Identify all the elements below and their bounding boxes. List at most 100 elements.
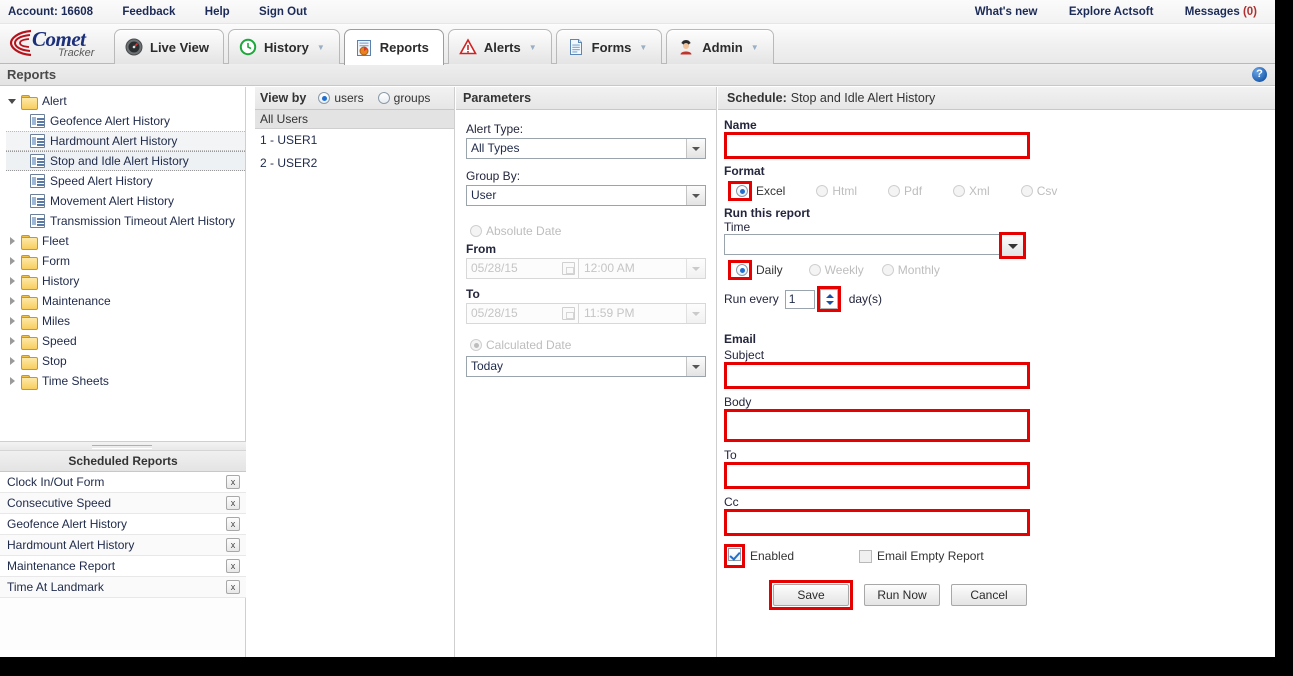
- radio-html-icon[interactable]: [816, 185, 829, 197]
- tree-node-fleet[interactable]: Fleet: [6, 231, 245, 251]
- body-textarea[interactable]: [727, 412, 1027, 439]
- tree-node-alert[interactable]: Alert: [6, 91, 245, 111]
- expand-arrow-right-icon[interactable]: [8, 356, 18, 366]
- tree-node-form[interactable]: Form: [6, 251, 245, 271]
- radio-calculated-date-icon[interactable]: [470, 339, 482, 351]
- calculated-date-option[interactable]: Calculated Date: [466, 338, 571, 352]
- expand-arrow-right-icon[interactable]: [8, 236, 18, 246]
- to-date-input[interactable]: 05/28/15: [466, 303, 579, 324]
- tab-forms[interactable]: Forms ▼: [555, 29, 663, 64]
- view-by-groups-option[interactable]: groups: [374, 91, 430, 105]
- from-date-input[interactable]: 05/28/15: [466, 258, 579, 279]
- expand-arrow-right-icon[interactable]: [8, 336, 18, 346]
- chevron-down-icon[interactable]: [686, 186, 705, 205]
- tree-node-transmission-timeout-alert-history[interactable]: Transmission Timeout Alert History: [6, 211, 245, 231]
- expand-collapse-arrow-down-icon[interactable]: [8, 96, 18, 106]
- frequency-option-weekly[interactable]: Weekly: [805, 263, 864, 277]
- absolute-date-option[interactable]: Absolute Date: [466, 224, 561, 238]
- run-now-button[interactable]: Run Now: [864, 584, 940, 606]
- list-item[interactable]: Geofence Alert History x: [0, 514, 246, 535]
- help-link[interactable]: Help: [205, 6, 230, 18]
- format-option-html[interactable]: Html: [812, 184, 857, 198]
- tree-node-speed[interactable]: Speed: [6, 331, 245, 351]
- chevron-down-icon[interactable]: [1002, 235, 1023, 256]
- chevron-down-icon[interactable]: ▼: [639, 43, 647, 52]
- tree-node-movement-alert-history[interactable]: Movement Alert History: [6, 191, 245, 211]
- from-time-select[interactable]: 12:00 AM: [579, 258, 706, 279]
- radio-daily-icon[interactable]: [736, 264, 748, 276]
- list-item[interactable]: Clock In/Out Form x: [0, 472, 246, 493]
- calendar-icon[interactable]: [562, 307, 575, 320]
- expand-arrow-right-icon[interactable]: [8, 296, 18, 306]
- sign-out-link[interactable]: Sign Out: [259, 6, 307, 18]
- tree-node-geofence-alert-history[interactable]: Geofence Alert History: [6, 111, 245, 131]
- tree-node-hardmount-alert-history[interactable]: Hardmount Alert History: [6, 131, 245, 151]
- tree-node-time-sheets[interactable]: Time Sheets: [6, 371, 245, 391]
- expand-arrow-right-icon[interactable]: [8, 376, 18, 386]
- chevron-down-icon[interactable]: [686, 259, 705, 278]
- radio-groups-icon[interactable]: [377, 92, 390, 104]
- radio-monthly-icon[interactable]: [881, 264, 894, 276]
- tree-node-stop[interactable]: Stop: [6, 351, 245, 371]
- tree-node-miles[interactable]: Miles: [6, 311, 245, 331]
- radio-users-icon[interactable]: [318, 92, 331, 104]
- format-option-csv[interactable]: Csv: [1017, 184, 1057, 198]
- email-empty-report-checkbox[interactable]: [859, 549, 873, 563]
- delete-scheduled-report-button[interactable]: x: [226, 538, 240, 552]
- to-input[interactable]: [727, 465, 1027, 486]
- radio-xml-icon[interactable]: [953, 185, 966, 197]
- delete-scheduled-report-button[interactable]: x: [226, 559, 240, 573]
- quantity-stepper-icon[interactable]: [819, 289, 838, 309]
- tab-alerts[interactable]: Alerts ▼: [447, 29, 552, 64]
- list-item[interactable]: Consecutive Speed x: [0, 493, 246, 514]
- messages-link[interactable]: Messages (0): [1185, 6, 1257, 18]
- list-item[interactable]: Time At Landmark x: [0, 577, 246, 598]
- name-input[interactable]: [727, 135, 1027, 156]
- radio-absolute-date-icon[interactable]: [470, 225, 482, 237]
- tab-live-view[interactable]: Live View: [114, 29, 225, 64]
- chevron-down-icon[interactable]: ▼: [751, 43, 759, 52]
- radio-csv-icon[interactable]: [1020, 185, 1033, 197]
- list-item[interactable]: Hardmount Alert History x: [0, 535, 246, 556]
- run-every-input[interactable]: [784, 289, 815, 309]
- chevron-down-icon[interactable]: [686, 357, 705, 376]
- tab-history[interactable]: History ▼: [228, 29, 340, 64]
- view-by-users-option[interactable]: users: [314, 91, 364, 105]
- expand-arrow-right-icon[interactable]: [8, 276, 18, 286]
- tree-node-speed-alert-history[interactable]: Speed Alert History: [6, 171, 245, 191]
- help-question-icon[interactable]: ?: [1252, 67, 1267, 82]
- panel-splitter-handle[interactable]: [0, 442, 246, 451]
- to-time-select[interactable]: 11:59 PM: [579, 303, 706, 324]
- cc-input[interactable]: [727, 512, 1027, 533]
- tab-reports[interactable]: Reports: [343, 29, 444, 65]
- email-empty-report-option[interactable]: Email Empty Report: [854, 549, 984, 563]
- chevron-down-icon[interactable]: [686, 304, 705, 323]
- chevron-down-icon[interactable]: ▼: [317, 43, 325, 52]
- calculated-date-select[interactable]: Today: [466, 356, 706, 377]
- tree-node-stop-and-idle-alert-history[interactable]: Stop and Idle Alert History: [6, 151, 245, 171]
- radio-weekly-icon[interactable]: [808, 264, 821, 276]
- user-list-item[interactable]: 2 - USER2: [255, 152, 454, 175]
- delete-scheduled-report-button[interactable]: x: [226, 496, 240, 510]
- chevron-down-icon[interactable]: ▼: [529, 43, 537, 52]
- calendar-icon[interactable]: [562, 262, 575, 275]
- list-item[interactable]: Maintenance Report x: [0, 556, 246, 577]
- user-list-item[interactable]: 1 - USER1: [255, 129, 454, 152]
- radio-pdf-icon[interactable]: [888, 185, 901, 197]
- whats-new-link[interactable]: What's new: [975, 6, 1038, 18]
- cancel-button[interactable]: Cancel: [951, 584, 1027, 606]
- save-button[interactable]: Save: [773, 584, 849, 606]
- chevron-down-icon[interactable]: [686, 139, 705, 158]
- frequency-option-monthly[interactable]: Monthly: [878, 263, 940, 277]
- radio-excel-icon[interactable]: [736, 185, 748, 197]
- expand-arrow-right-icon[interactable]: [8, 256, 18, 266]
- delete-scheduled-report-button[interactable]: x: [226, 517, 240, 531]
- tree-node-history[interactable]: History: [6, 271, 245, 291]
- group-by-select[interactable]: User: [466, 185, 706, 206]
- delete-scheduled-report-button[interactable]: x: [226, 475, 240, 489]
- frequency-option-daily[interactable]: Daily: [724, 260, 783, 280]
- subject-input[interactable]: [727, 365, 1027, 386]
- tree-node-maintenance[interactable]: Maintenance: [6, 291, 245, 311]
- format-option-xml[interactable]: Xml: [949, 184, 990, 198]
- enabled-checkbox[interactable]: [728, 548, 741, 561]
